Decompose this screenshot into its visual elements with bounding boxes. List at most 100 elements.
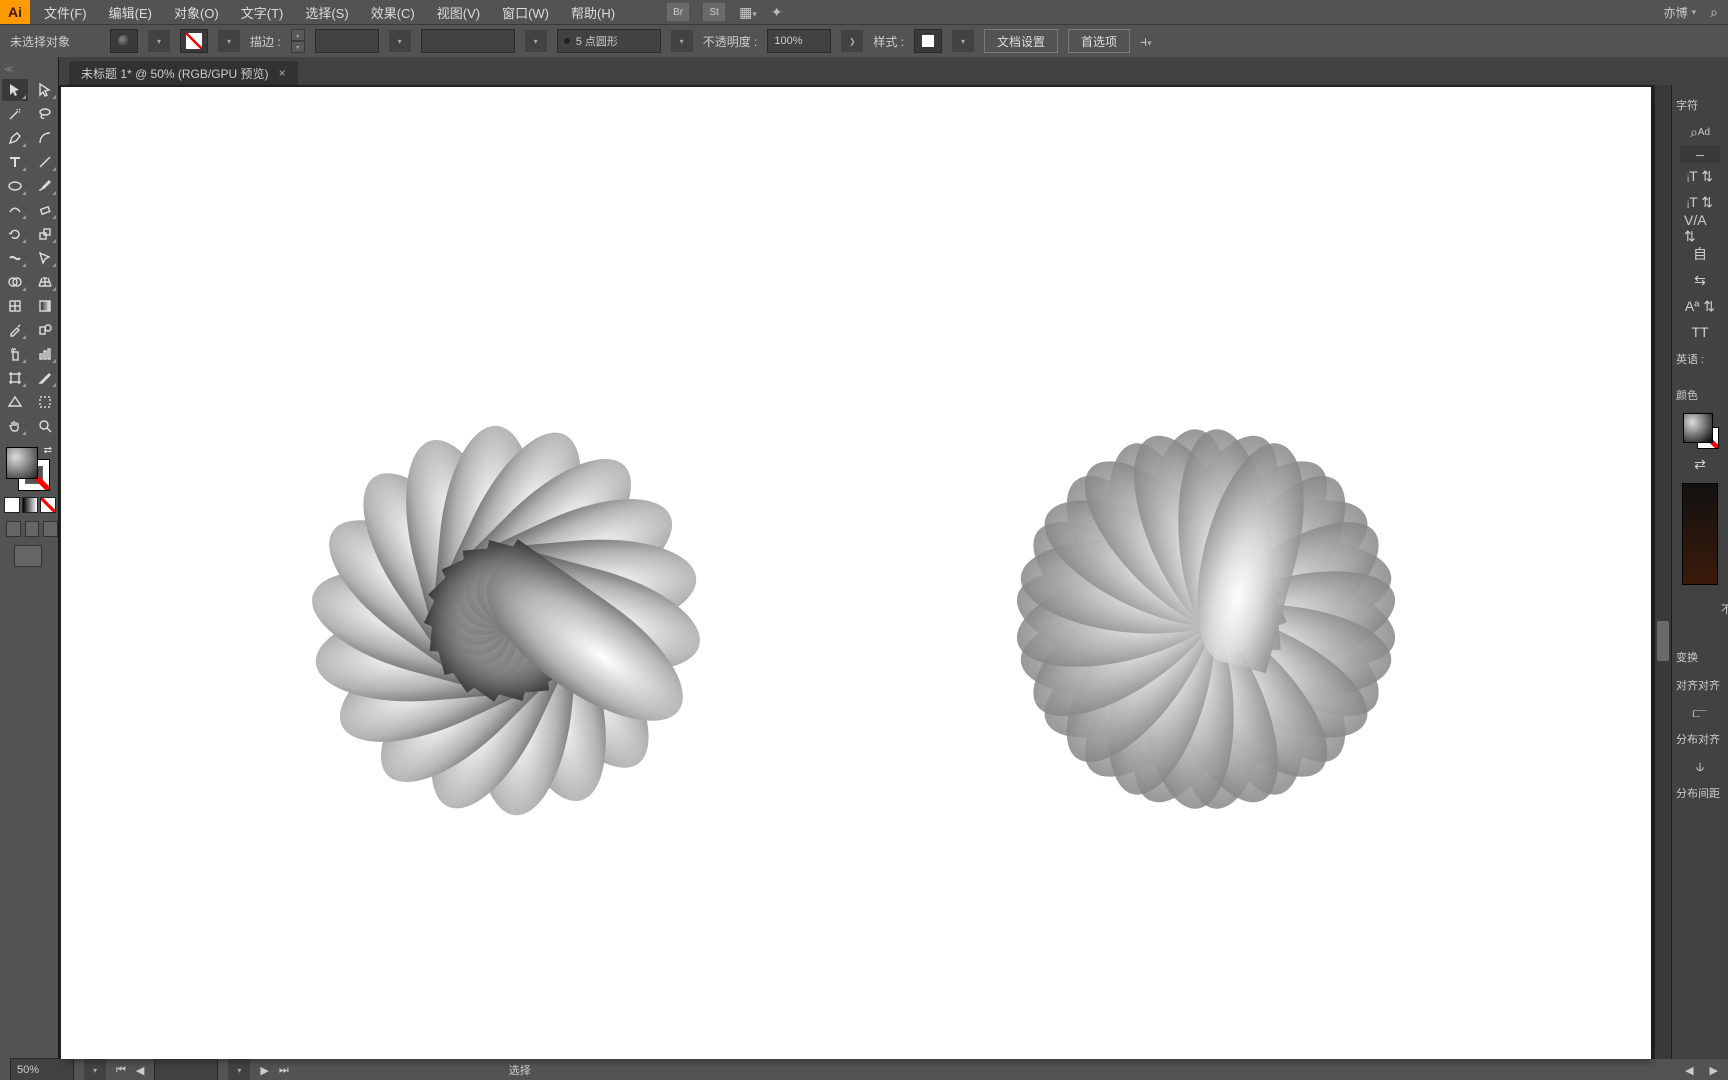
- zoom-field[interactable]: 50%: [10, 1058, 74, 1080]
- brush-dd[interactable]: ▾: [671, 30, 693, 52]
- distribute-top-icon[interactable]: ⫝: [1684, 753, 1716, 779]
- artboard-nav-field[interactable]: [154, 1058, 218, 1080]
- search-font-icon[interactable]: ⌕ Ad: [1684, 119, 1716, 145]
- eyedropper-tool[interactable]: [2, 319, 28, 341]
- color-mode-none[interactable]: [40, 497, 56, 513]
- stroke-weight-dd[interactable]: ▾: [389, 30, 411, 52]
- shape-builder-tool[interactable]: [2, 271, 28, 293]
- menu-type[interactable]: 文字(T): [237, 1, 288, 24]
- hscroll-right-icon[interactable]: ▶: [1710, 1064, 1718, 1077]
- fill-color-box[interactable]: [6, 447, 38, 479]
- eraser-tool[interactable]: [32, 199, 58, 221]
- pen-tool[interactable]: [2, 127, 28, 149]
- color-mode-solid[interactable]: [4, 497, 20, 513]
- language-label[interactable]: 英语 :: [1672, 345, 1708, 373]
- scale-tool[interactable]: [32, 223, 58, 245]
- stroke-swatch[interactable]: [180, 29, 208, 53]
- hand-tool[interactable]: [2, 415, 28, 437]
- panel-fill-stroke[interactable]: [1683, 413, 1717, 447]
- close-tab-icon[interactable]: ×: [279, 66, 286, 80]
- opacity-field[interactable]: 100%: [767, 29, 831, 53]
- menu-edit[interactable]: 编辑(E): [105, 1, 156, 24]
- opacity-dd[interactable]: ❯: [841, 30, 863, 52]
- menu-help[interactable]: 帮助(H): [567, 1, 619, 24]
- font-family-field[interactable]: –: [1680, 145, 1720, 163]
- caps-icon[interactable]: TT: [1684, 319, 1716, 345]
- document-tab[interactable]: 未标题 1* @ 50% (RGB/GPU 预览) ×: [69, 61, 298, 85]
- color-spectrum[interactable]: [1682, 483, 1718, 585]
- swap-fill-stroke-icon[interactable]: ⇄: [44, 445, 52, 456]
- vertical-scrollbar[interactable]: [1655, 85, 1671, 1059]
- transform-panel-title[interactable]: 变换: [1672, 643, 1702, 671]
- baseline-icon[interactable]: Aª ⇅: [1684, 293, 1716, 319]
- lasso-tool[interactable]: [32, 103, 58, 125]
- swap-icon[interactable]: ⇄: [1684, 451, 1716, 477]
- gpu-icon[interactable]: ✦: [771, 4, 783, 21]
- nav-first-icon[interactable]: ⏮: [116, 1064, 126, 1077]
- draw-normal[interactable]: [6, 521, 21, 537]
- draw-behind[interactable]: [25, 521, 40, 537]
- color-panel-title[interactable]: 颜色: [1672, 381, 1702, 409]
- nav-last-icon[interactable]: ⏭: [279, 1064, 289, 1077]
- search-icon[interactable]: ⌕: [1710, 4, 1718, 21]
- nav-prev-icon[interactable]: ◀: [136, 1064, 144, 1077]
- distribute-spacing-title[interactable]: 分布间距: [1672, 779, 1724, 807]
- align-panel-title[interactable]: 对齐对齐: [1672, 671, 1724, 699]
- stroke-weight-field[interactable]: [315, 29, 379, 53]
- type-tool[interactable]: [2, 151, 28, 173]
- fill-dropdown[interactable]: ▾: [148, 30, 170, 52]
- panel-fill-swatch[interactable]: [1683, 413, 1713, 443]
- mesh-tool[interactable]: [2, 295, 28, 317]
- fill-stroke-indicator[interactable]: ⇄: [6, 447, 50, 491]
- rotate-tool[interactable]: [2, 223, 28, 245]
- menu-view[interactable]: 视图(V): [433, 1, 484, 24]
- free-transform-tool[interactable]: [32, 247, 58, 269]
- preferences-button[interactable]: 首选项: [1068, 29, 1130, 53]
- artboard-tool[interactable]: [2, 367, 28, 389]
- menu-file[interactable]: 文件(F): [40, 1, 91, 24]
- stroke-weight-stepper[interactable]: ▴▾: [291, 29, 305, 53]
- perspective-grid-tool[interactable]: [32, 271, 58, 293]
- brush-definition[interactable]: 5 点圆形: [557, 29, 661, 53]
- var-width-profile[interactable]: [421, 29, 515, 53]
- style-dd[interactable]: ▾: [952, 30, 974, 52]
- rectangle-tool[interactable]: [2, 175, 28, 197]
- workspace-switcher[interactable]: 亦博▾: [1664, 4, 1697, 21]
- kerning-icon[interactable]: V/A ⇅: [1684, 215, 1716, 241]
- hscroll-left-icon[interactable]: ◀: [1685, 1064, 1693, 1077]
- font-size-icon[interactable]: ᵢT ⇅: [1684, 163, 1716, 189]
- var-width-dd[interactable]: ▾: [525, 30, 547, 52]
- slice-tool[interactable]: [32, 367, 58, 389]
- direct-selection-tool[interactable]: [32, 79, 58, 101]
- align-left-icon[interactable]: ⫍: [1684, 699, 1716, 725]
- bridge-icon[interactable]: Br: [667, 3, 689, 21]
- scroll-thumb[interactable]: [1657, 621, 1669, 661]
- fill-swatch[interactable]: [110, 29, 138, 53]
- stock-icon[interactable]: St: [703, 3, 725, 21]
- zoom-tool[interactable]: [32, 415, 58, 437]
- menu-object[interactable]: 对象(O): [170, 1, 223, 24]
- menu-effect[interactable]: 效果(C): [367, 1, 419, 24]
- selection-tool[interactable]: [2, 79, 28, 101]
- document-setup-button[interactable]: 文档设置: [984, 29, 1058, 53]
- zoom-dd[interactable]: ▾: [84, 1059, 106, 1080]
- tracking-icon[interactable]: 自: [1684, 241, 1716, 267]
- arrange-docs-icon[interactable]: ▦▾: [739, 4, 757, 21]
- menu-window[interactable]: 窗口(W): [498, 1, 553, 24]
- screen-mode[interactable]: [14, 545, 42, 567]
- print-tiling-tool[interactable]: [32, 391, 58, 413]
- draw-inside[interactable]: [43, 521, 58, 537]
- distribute-panel-title[interactable]: 分布对齐: [1672, 725, 1724, 753]
- nav-next-icon[interactable]: ▶: [260, 1064, 268, 1077]
- shaper-tool[interactable]: [2, 199, 28, 221]
- magic-wand-tool[interactable]: [2, 103, 28, 125]
- line-tool[interactable]: [32, 151, 58, 173]
- column-graph-tool[interactable]: [32, 343, 58, 365]
- color-mode-gradient[interactable]: [22, 497, 38, 513]
- artboard[interactable]: [61, 87, 1651, 1059]
- stroke-dropdown[interactable]: ▾: [218, 30, 240, 52]
- perspective-selection-tool[interactable]: [2, 391, 28, 413]
- symbol-sprayer-tool[interactable]: [2, 343, 28, 365]
- menu-select[interactable]: 选择(S): [301, 1, 352, 24]
- width-tool[interactable]: [2, 247, 28, 269]
